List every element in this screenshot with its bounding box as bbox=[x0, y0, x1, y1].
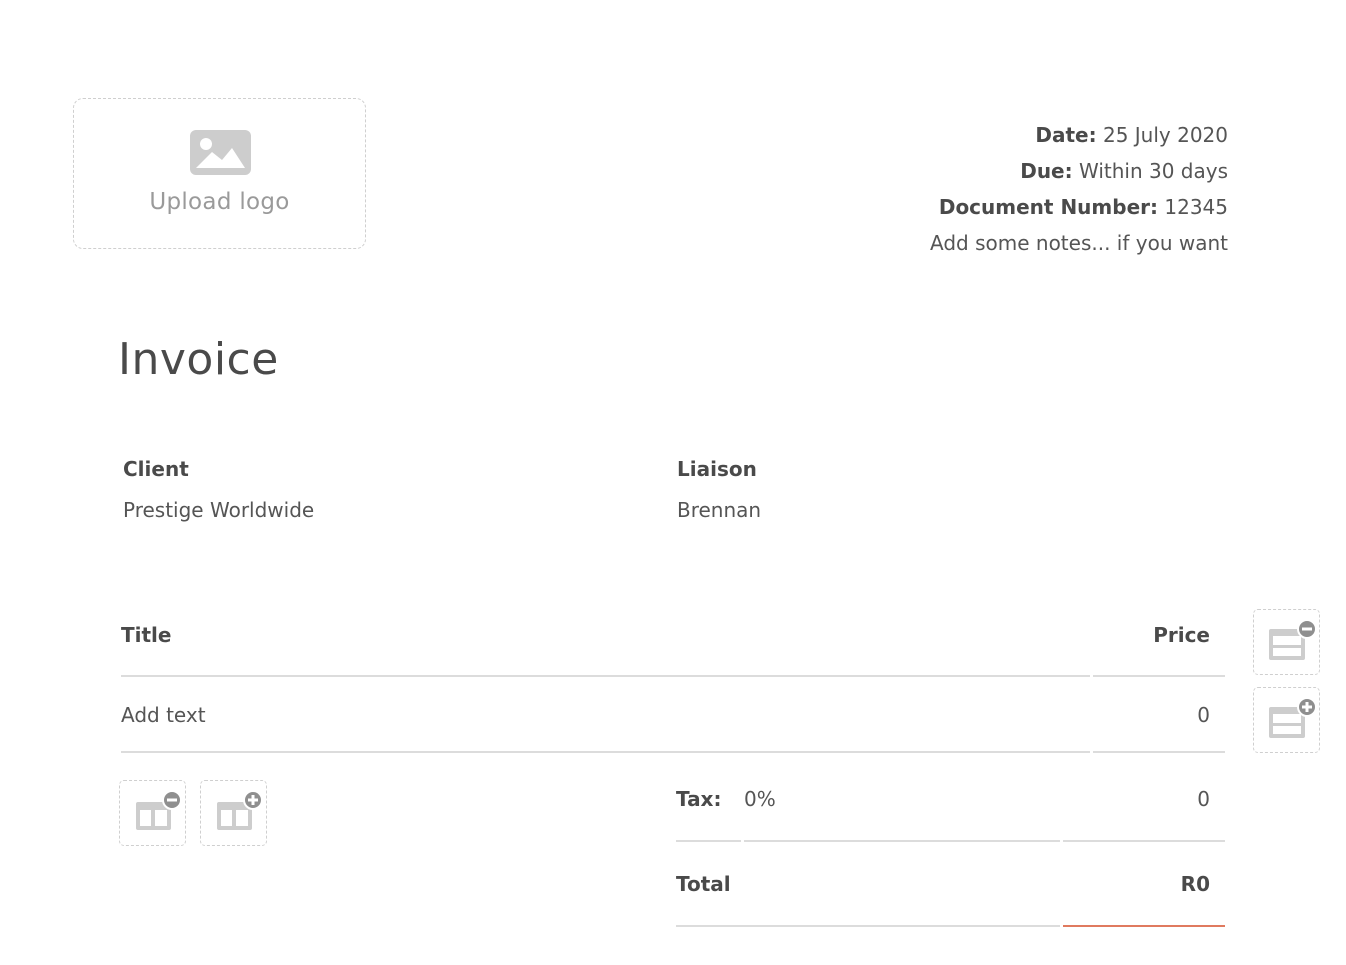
row-rule-title bbox=[121, 751, 1090, 753]
document-number-line[interactable]: Document Number: 12345 bbox=[930, 189, 1228, 225]
total-value: R0 bbox=[1180, 872, 1210, 896]
document-title[interactable]: Invoice bbox=[118, 334, 279, 385]
date-line[interactable]: Date: 25 July 2020 bbox=[930, 117, 1228, 153]
total-rule-label bbox=[676, 925, 1060, 927]
tax-rule-label bbox=[676, 840, 741, 842]
total-label: Total bbox=[676, 872, 731, 896]
row-title-cell[interactable]: Add text bbox=[121, 703, 206, 727]
upload-logo-button[interactable]: Upload logo bbox=[73, 98, 366, 249]
image-icon bbox=[190, 130, 251, 179]
column-header-price[interactable]: Price bbox=[1153, 623, 1210, 647]
remove-column-button[interactable] bbox=[119, 780, 186, 846]
tax-amount: 0 bbox=[1197, 787, 1210, 811]
client-label: Client bbox=[123, 457, 189, 481]
row-rule-price bbox=[1093, 751, 1225, 753]
due-value[interactable]: Within 30 days bbox=[1079, 159, 1228, 183]
row-price-cell[interactable]: 0 bbox=[1197, 703, 1210, 727]
document-number-label: Document Number: bbox=[938, 195, 1159, 219]
date-label: Date: bbox=[1035, 123, 1097, 147]
header-rule-title bbox=[121, 675, 1090, 677]
add-column-button[interactable] bbox=[200, 780, 267, 846]
due-label: Due: bbox=[1020, 159, 1073, 183]
liaison-value[interactable]: Brennan bbox=[677, 498, 761, 522]
notes-field[interactable]: Add some notes... if you want bbox=[930, 225, 1228, 261]
due-line[interactable]: Due: Within 30 days bbox=[930, 153, 1228, 189]
client-value[interactable]: Prestige Worldwide bbox=[123, 498, 314, 522]
tax-label: Tax: bbox=[676, 787, 722, 811]
header-rule-price bbox=[1093, 675, 1225, 677]
remove-row-button[interactable] bbox=[1253, 609, 1320, 675]
column-header-title[interactable]: Title bbox=[121, 623, 171, 647]
document-meta: Date: 25 July 2020 Due: Within 30 days D… bbox=[930, 117, 1228, 261]
tax-rate[interactable]: 0% bbox=[744, 787, 776, 811]
tax-rule-rate bbox=[744, 840, 1060, 842]
document-number-value[interactable]: 12345 bbox=[1164, 195, 1228, 219]
add-row-button[interactable] bbox=[1253, 687, 1320, 753]
total-rule-accent bbox=[1063, 925, 1225, 927]
liaison-label: Liaison bbox=[677, 457, 757, 481]
upload-logo-label: Upload logo bbox=[149, 189, 290, 215]
tax-rule-amount bbox=[1063, 840, 1225, 842]
date-value[interactable]: 25 July 2020 bbox=[1103, 123, 1228, 147]
